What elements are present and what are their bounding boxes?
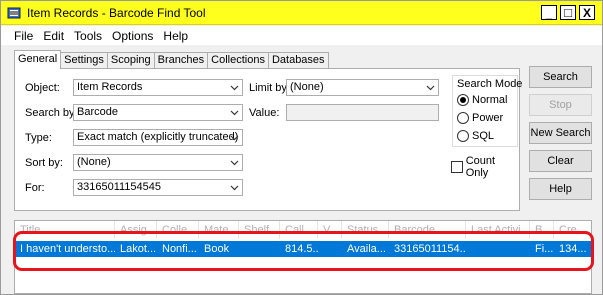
radio-button-icon — [457, 112, 469, 124]
close-icon: X — [582, 5, 591, 20]
value-label: Value: — [249, 107, 280, 119]
cell-title: I haven't understo... — [20, 243, 115, 255]
new-search-button[interactable]: New Search — [529, 122, 592, 144]
radio-button-icon — [457, 130, 469, 142]
object-value: Item Records — [77, 81, 143, 93]
close-button[interactable]: X — [579, 5, 595, 20]
cell-assigned: Lakot... — [120, 243, 157, 255]
radio-power-label: Power — [472, 112, 504, 124]
checkbox-icon — [451, 161, 463, 173]
table-row[interactable]: I haven't understo... Lakot... Nonfi... … — [15, 241, 591, 257]
tab-scoping[interactable]: Scoping — [106, 52, 155, 69]
radio-sql[interactable]: SQL — [457, 130, 494, 142]
column-header-shelf[interactable]: Shelf... — [239, 221, 280, 239]
column-header-last-activity[interactable]: Last Activi... — [466, 221, 530, 239]
chevron-down-icon — [229, 155, 239, 170]
results-header: Title Assig... Colle... Mate... Shelf...… — [15, 221, 591, 239]
for-label: For: — [25, 182, 45, 194]
chevron-down-icon — [229, 105, 239, 120]
column-header-collection[interactable]: Colle... — [157, 221, 199, 239]
column-header-barcode[interactable]: Barcode — [389, 221, 466, 239]
radio-normal[interactable]: Normal — [457, 94, 507, 106]
sort-by-select[interactable]: (None) — [73, 154, 243, 171]
chevron-down-icon — [229, 180, 239, 195]
search-by-select[interactable]: Barcode — [73, 104, 243, 121]
chevron-down-icon — [229, 130, 239, 145]
limit-by-label: Limit by: — [249, 82, 290, 94]
value-field[interactable] — [286, 104, 439, 121]
radio-power[interactable]: Power — [457, 112, 503, 124]
column-header-volume[interactable]: V... — [318, 221, 342, 239]
tab-databases[interactable]: Databases — [267, 52, 329, 69]
app-icon — [7, 6, 21, 20]
type-label: Type: — [25, 132, 52, 144]
type-value: Exact match (explicitly truncated) — [77, 131, 239, 143]
minimize-button[interactable]: _ — [541, 5, 557, 20]
maximize-button[interactable]: □ — [560, 5, 576, 20]
help-button[interactable]: Help — [529, 178, 592, 200]
sort-by-label: Sort by: — [25, 157, 63, 169]
menu-file[interactable]: File — [9, 29, 38, 43]
menu-options[interactable]: Options — [107, 29, 158, 43]
sort-by-value: (None) — [77, 156, 111, 168]
cell-created: 134... — [559, 243, 587, 255]
column-header-created[interactable]: Cre... — [554, 221, 591, 239]
cell-volume — [318, 241, 342, 257]
tab-collections[interactable]: Collections — [207, 52, 269, 69]
object-label: Object: — [25, 82, 60, 94]
for-input[interactable]: 33165011154545 — [73, 179, 243, 196]
column-header-assigned[interactable]: Assig... — [115, 221, 157, 239]
radio-button-icon — [457, 94, 469, 106]
results-list: Title Assig... Colle... Mate... Shelf...… — [14, 220, 592, 294]
cell-shelf — [239, 241, 280, 257]
cell-branch: Fi... — [535, 243, 554, 255]
column-header-call[interactable]: Call ... — [280, 221, 318, 239]
menu-help[interactable]: Help — [158, 29, 193, 43]
search-by-label: Search by: — [25, 107, 78, 119]
cell-material: Book — [204, 243, 230, 255]
minimize-icon: _ — [545, 5, 553, 20]
count-only-checkbox[interactable]: Count Only — [451, 155, 519, 179]
search-mode-group: Search Mode Normal Power SQL — [452, 75, 522, 147]
for-value: 33165011154545 — [77, 181, 162, 193]
cell-call: 814.5... — [285, 243, 318, 255]
tab-branches[interactable]: Branches — [153, 52, 209, 69]
column-header-material[interactable]: Mate... — [199, 221, 239, 239]
column-header-status[interactable]: Status — [342, 221, 389, 239]
search-button[interactable]: Search — [529, 66, 592, 88]
radio-normal-label: Normal — [472, 94, 508, 106]
app-window: Item Records - Barcode Find Tool _ □ X F… — [0, 0, 603, 295]
stop-button[interactable]: Stop — [529, 94, 592, 116]
chevron-down-icon — [425, 80, 435, 95]
tab-strip: General Settings Scoping Branches Collec… — [14, 50, 329, 69]
object-select[interactable]: Item Records — [73, 79, 243, 96]
tab-settings[interactable]: Settings — [60, 52, 108, 69]
search-mode-title: Search Mode — [457, 78, 523, 90]
limit-by-value: (None) — [290, 81, 324, 93]
count-only-label: Count Only — [465, 155, 496, 179]
tab-general[interactable]: General — [14, 50, 62, 69]
menu-tools[interactable]: Tools — [69, 29, 107, 43]
chevron-down-icon — [229, 80, 239, 95]
cell-barcode: 33165011154... — [394, 243, 466, 255]
maximize-icon: □ — [564, 4, 572, 20]
menu-bar: File Edit Tools Options Help — [1, 26, 602, 45]
window-title: Item Records - Barcode Find Tool — [27, 6, 206, 20]
general-tab-panel: Object: Item Records Limit by: (None) Se… — [14, 68, 522, 211]
radio-sql-label: SQL — [472, 130, 495, 142]
cell-collection: Nonfi... — [162, 243, 197, 255]
limit-by-select[interactable]: (None) — [286, 79, 439, 96]
type-select[interactable]: Exact match (explicitly truncated) — [73, 129, 243, 146]
search-by-value: Barcode — [77, 106, 118, 118]
cell-status: Availa... — [347, 243, 386, 255]
clear-button[interactable]: Clear — [529, 150, 592, 172]
cell-last-activity — [466, 241, 530, 257]
column-header-branch[interactable]: B... — [530, 221, 554, 239]
title-bar: Item Records - Barcode Find Tool _ □ X — [1, 1, 602, 25]
column-header-title[interactable]: Title — [15, 221, 115, 239]
menu-edit[interactable]: Edit — [38, 29, 69, 43]
